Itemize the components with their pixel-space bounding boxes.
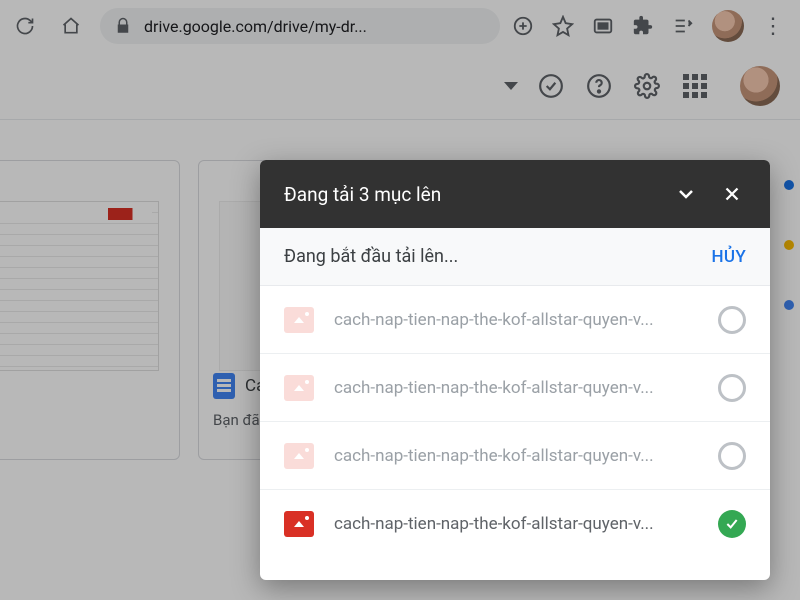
popup-minimize-button[interactable] <box>672 180 700 208</box>
upload-item[interactable]: cach-nap-tien-nap-the-kof-allstar-quyen-… <box>260 422 770 490</box>
upload-item[interactable]: cach-nap-tien-nap-the-kof-allstar-quyen-… <box>260 354 770 422</box>
image-file-icon <box>284 375 314 401</box>
upload-pending-icon <box>718 374 746 402</box>
upload-items-list: cach-nap-tien-nap-the-kof-allstar-quyen-… <box>260 286 770 580</box>
upload-status-popup: Đang tải 3 mục lên Đang bắt đầu tải lên.… <box>260 160 770 580</box>
popup-title: Đang tải 3 mục lên <box>284 183 654 206</box>
upload-pending-icon <box>718 442 746 470</box>
upload-file-name: cach-nap-tien-nap-the-kof-allstar-quyen-… <box>334 514 698 534</box>
upload-file-name: cach-nap-tien-nap-the-kof-allstar-quyen-… <box>334 310 698 330</box>
image-file-icon <box>284 443 314 469</box>
popup-header: Đang tải 3 mục lên <box>260 160 770 228</box>
upload-item[interactable]: cach-nap-tien-nap-the-kof-allstar-quyen-… <box>260 490 770 558</box>
popup-close-button[interactable] <box>718 180 746 208</box>
popup-status-text: Đang bắt đầu tải lên... <box>284 246 712 267</box>
upload-item[interactable]: cach-nap-tien-nap-the-kof-allstar-quyen-… <box>260 286 770 354</box>
popup-subheader: Đang bắt đầu tải lên... HỦY <box>260 228 770 286</box>
upload-file-name: cach-nap-tien-nap-the-kof-allstar-quyen-… <box>334 378 698 398</box>
upload-complete-icon <box>718 510 746 538</box>
image-file-icon <box>284 307 314 333</box>
upload-file-name: cach-nap-tien-nap-the-kof-allstar-quyen-… <box>334 446 698 466</box>
upload-pending-icon <box>718 306 746 334</box>
cancel-upload-button[interactable]: HỦY <box>712 247 746 267</box>
image-file-icon <box>284 511 314 537</box>
